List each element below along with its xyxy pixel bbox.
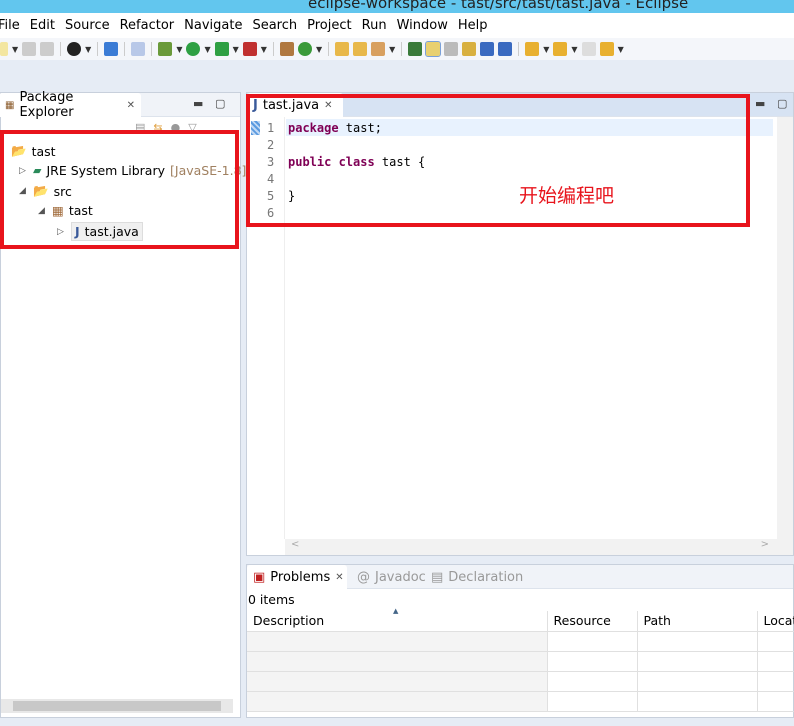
new-class-icon[interactable] — [297, 42, 312, 56]
open-task-icon[interactable] — [353, 42, 368, 56]
search-icon[interactable] — [371, 42, 386, 56]
package-icon: ▦ — [5, 99, 15, 111]
separator — [328, 42, 330, 56]
vertical-scrollbar[interactable] — [777, 117, 793, 539]
menu-edit[interactable]: Edit — [25, 18, 60, 33]
menu-window[interactable]: Window — [392, 18, 453, 33]
table-row — [247, 691, 794, 712]
annotation-box-editor — [246, 94, 750, 227]
annotation-icon[interactable] — [408, 42, 423, 56]
table-row — [247, 651, 794, 672]
back-icon[interactable] — [599, 42, 614, 56]
sort-ascending-icon: ▲ — [393, 607, 399, 615]
tab-label: Declaration — [448, 569, 524, 585]
title-bar: eclipse-workspace - tast/src/tast/tast.j… — [0, 0, 794, 13]
skip-breakpoints-icon[interactable] — [131, 42, 146, 56]
annotation-box-tree — [0, 130, 239, 249]
minimize-icon[interactable]: ▬ — [193, 97, 203, 110]
menu-project[interactable]: Project — [302, 18, 356, 33]
separator — [124, 42, 126, 56]
new-package-icon[interactable] — [279, 42, 294, 56]
show-whitespace-icon[interactable] — [462, 42, 477, 56]
dropdown-icon[interactable]: ▼ — [204, 45, 210, 54]
items-count: 0 items — [248, 592, 295, 607]
scrollbar-thumb[interactable] — [13, 701, 221, 711]
last-edit-icon[interactable] — [581, 42, 596, 56]
separator — [401, 42, 403, 56]
pilcrow-icon[interactable] — [498, 42, 513, 56]
run-icon[interactable] — [186, 42, 201, 56]
tab-javadoc[interactable]: @ Javadoc — [351, 565, 432, 589]
tab-problems[interactable]: ▣ Problems ✕ — [247, 565, 347, 589]
word-wrap-icon[interactable] — [480, 42, 495, 56]
dropdown-icon[interactable]: ▼ — [316, 45, 322, 54]
user-icon[interactable] — [67, 42, 82, 56]
separator — [151, 42, 153, 56]
external-tools-icon[interactable] — [242, 42, 257, 56]
column-description[interactable]: Description ▲ — [247, 607, 548, 632]
column-location[interactable]: Locat — [757, 611, 794, 632]
tab-label: Package Explorer — [19, 90, 74, 120]
scroll-left-icon[interactable]: < — [291, 539, 299, 555]
column-path[interactable]: Path — [637, 611, 758, 632]
table-row — [247, 671, 794, 692]
column-label: Description — [253, 613, 325, 629]
dropdown-icon[interactable]: ▼ — [261, 45, 267, 54]
separator — [60, 42, 62, 56]
column-resource[interactable]: Resource — [547, 611, 638, 632]
debug-icon[interactable] — [158, 42, 173, 56]
problems-tabbar: ▣ Problems ✕ @ Javadoc ▤ Declaration — [247, 565, 793, 589]
declaration-icon: ▤ — [431, 569, 444, 585]
dropdown-icon[interactable]: ▼ — [233, 45, 239, 54]
dropdown-icon[interactable]: ▼ — [176, 45, 182, 54]
menu-source[interactable]: Source — [60, 18, 115, 33]
problems-table: Description ▲ Resource Path Locat — [247, 607, 794, 712]
window-title: eclipse-workspace - tast/src/tast/tast.j… — [308, 0, 689, 12]
minimize-icon[interactable]: ▬ — [755, 97, 765, 110]
toolbar: ▼ ▼ ▼ ▼ ▼ ▼ ▼ ▼ ▼ ▼ ▼ — [0, 38, 794, 60]
scroll-right-icon[interactable]: > — [761, 539, 769, 555]
dropdown-icon[interactable]: ▼ — [85, 45, 91, 54]
package-explorer-tabbar: ▦ Package Explorer ✕ ▬ ▢ — [0, 90, 240, 120]
maximize-icon[interactable]: ▢ — [215, 97, 225, 110]
open-type-icon[interactable] — [335, 42, 350, 56]
tab-declaration[interactable]: ▤ Declaration — [425, 565, 529, 589]
separator — [97, 42, 99, 56]
problems-panel: ▣ Problems ✕ @ Javadoc ▤ Declaration 0 items… — [246, 564, 794, 718]
block-selection-icon[interactable] — [444, 42, 459, 56]
menu-bar: File Edit Source Refactor Navigate Searc… — [0, 13, 794, 38]
menu-run[interactable]: Run — [357, 18, 392, 33]
coverage-icon[interactable] — [214, 42, 229, 56]
tab-label: Javadoc — [375, 569, 426, 585]
maximize-icon[interactable]: ▢ — [777, 97, 787, 110]
mark-occurrences-icon[interactable] — [425, 41, 442, 57]
dropdown-icon[interactable]: ▼ — [543, 45, 549, 54]
terminal-icon[interactable] — [104, 42, 119, 56]
dropdown-icon[interactable]: ▼ — [618, 45, 624, 54]
table-row — [247, 631, 794, 652]
separator — [518, 42, 520, 56]
close-icon[interactable]: ✕ — [335, 572, 343, 583]
menu-refactor[interactable]: Refactor — [115, 18, 180, 33]
separator — [272, 42, 274, 56]
tab-label: Problems — [270, 569, 331, 585]
at-icon: @ — [357, 569, 370, 585]
new-icon[interactable] — [0, 42, 8, 56]
problems-icon: ▣ — [253, 569, 266, 585]
dropdown-icon[interactable]: ▼ — [571, 45, 577, 54]
horizontal-scrollbar[interactable]: < > — [285, 539, 793, 555]
close-icon[interactable]: ✕ — [127, 100, 135, 111]
next-annotation-icon[interactable] — [525, 42, 540, 56]
menu-help[interactable]: Help — [453, 18, 493, 33]
horizontal-scrollbar[interactable] — [1, 699, 233, 713]
save-all-icon[interactable] — [40, 42, 55, 56]
menu-navigate[interactable]: Navigate — [179, 18, 247, 33]
dropdown-icon[interactable]: ▼ — [12, 45, 18, 54]
prev-annotation-icon[interactable] — [553, 42, 568, 56]
save-icon[interactable] — [22, 42, 37, 56]
dropdown-icon[interactable]: ▼ — [389, 45, 395, 54]
menu-search[interactable]: Search — [247, 18, 302, 33]
menu-file[interactable]: File — [0, 18, 25, 33]
tab-package-explorer[interactable]: ▦ Package Explorer ✕ — [0, 90, 141, 120]
